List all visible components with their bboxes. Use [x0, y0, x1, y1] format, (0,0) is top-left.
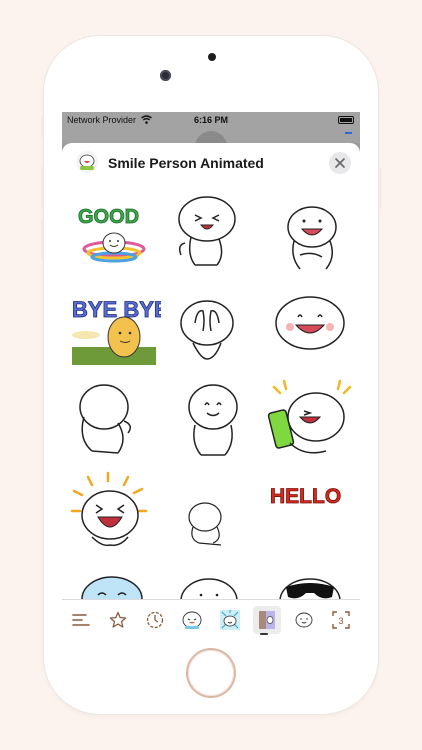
front-camera [160, 70, 171, 81]
bye-text: BYE BYE [72, 297, 161, 322]
front-sensor [208, 53, 216, 61]
peeking-sticker[interactable] [161, 561, 260, 601]
sticker-sheet: Smile Person Animated GOOD BYE BYE HELLO… [62, 143, 360, 640]
open-mouth-smile-sticker[interactable] [260, 185, 359, 279]
menu-icon [71, 614, 90, 626]
battery-icon [338, 116, 354, 124]
selected-tab-indicator [260, 633, 268, 635]
laugh-burst-sticker[interactable] [62, 467, 161, 561]
sticker-tab-bar: 3 [62, 599, 360, 640]
crying-sticker[interactable] [62, 561, 161, 601]
good-text: GOOD [78, 206, 139, 228]
hands-over-face-sticker[interactable] [161, 279, 260, 373]
small-sitting-sticker[interactable] [161, 467, 260, 561]
tab-pack-2[interactable] [216, 606, 244, 634]
close-icon [335, 158, 345, 168]
sunglasses-sticker[interactable] [260, 561, 359, 601]
expand-badge: 3 [339, 616, 344, 626]
bye-bye-sticker[interactable]: BYE BYE [62, 279, 161, 373]
sheet-title: Smile Person Animated [108, 155, 264, 171]
tab-pack-1[interactable] [178, 606, 206, 634]
screen: Network Provider 6:16 PM Smile Person An… [62, 112, 360, 640]
good-sticker[interactable]: GOOD [62, 185, 161, 279]
phone-laugh-sticker[interactable] [260, 373, 359, 467]
app-icon [76, 151, 98, 173]
tab-smile-person-pack[interactable] [252, 606, 281, 634]
home-button[interactable] [188, 650, 234, 696]
power-button [378, 168, 381, 210]
messages-background [62, 129, 360, 163]
standing-smile-sticker[interactable] [161, 373, 260, 467]
close-button[interactable] [329, 152, 351, 174]
sticker-pack-icon [182, 611, 202, 629]
hello-sticker[interactable]: HELLO [260, 467, 359, 561]
status-bar: Network Provider 6:16 PM [62, 112, 360, 129]
back-turned-sticker[interactable] [62, 373, 161, 467]
volume-down-button [41, 218, 44, 260]
expand-icon: 3 [332, 611, 351, 629]
compose-icon [345, 132, 352, 134]
sheet-header: Smile Person Animated [62, 143, 360, 185]
laughing-sticker[interactable] [161, 185, 260, 279]
tab-expand[interactable]: 3 [327, 606, 355, 634]
smile-person-pack-icon [258, 611, 275, 629]
mute-switch [41, 116, 44, 138]
tab-recent[interactable] [141, 606, 169, 634]
tab-menu[interactable] [67, 606, 95, 634]
star-icon [109, 611, 127, 628]
sticker-grid: GOOD BYE BYE HELLO [62, 185, 360, 601]
sticker-pack-4-icon [295, 612, 313, 628]
sticker-pack-2-icon [219, 610, 240, 630]
big-smile-sticker[interactable] [260, 279, 359, 373]
tab-favorites[interactable] [104, 606, 132, 634]
recent-clock-icon [146, 611, 164, 629]
clock: 6:16 PM [193, 115, 228, 125]
hello-text: HELLO [270, 485, 341, 508]
tab-pack-4[interactable] [290, 606, 318, 634]
volume-up-button [41, 166, 44, 208]
